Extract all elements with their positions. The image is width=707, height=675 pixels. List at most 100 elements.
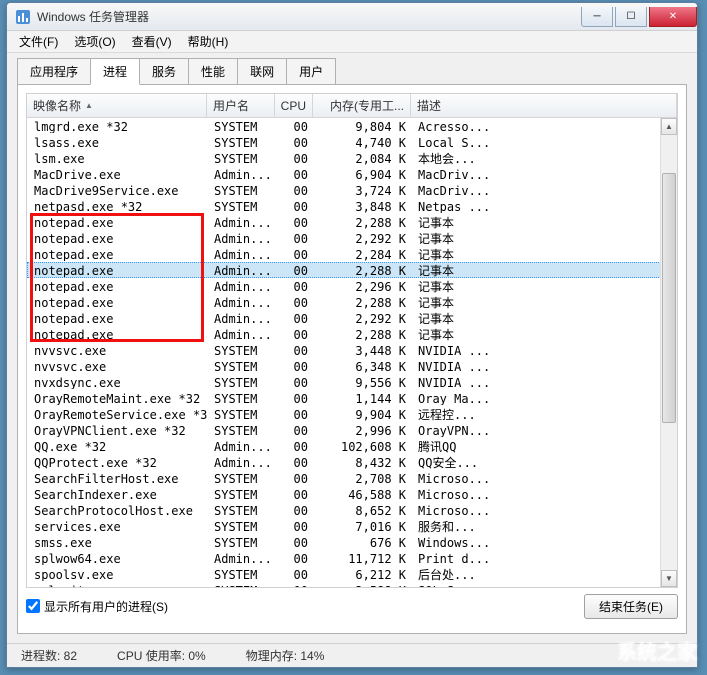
cell-desc: MacDriv... [412,183,676,197]
cell-desc: Windows... [412,535,676,549]
vertical-scrollbar[interactable]: ▲ ▼ [660,118,677,587]
tab[interactable]: 应用程序 [17,58,91,85]
cell-mem: 11,712 K [314,551,412,565]
table-row[interactable]: notepad.exeAdmin...002,292 K记事本 [27,310,677,326]
table-row[interactable]: lmgrd.exe *32SYSTEM009,804 KAcresso... [27,118,677,134]
cell-user: Admin... [208,231,276,245]
cell-desc: NVIDIA ... [412,359,676,373]
cell-cpu: 00 [276,471,314,485]
cell-mem: 2,292 K [314,231,412,245]
table-row[interactable]: notepad.exeAdmin...002,288 K记事本 [27,214,677,230]
cell-cpu: 00 [276,327,314,341]
cell-cpu: 00 [276,151,314,165]
menu-item[interactable]: 帮助(H) [180,30,237,53]
col-user[interactable]: 用户名 [207,94,275,117]
table-row[interactable]: SearchFilterHost.exeSYSTEM002,708 KMicro… [27,470,677,486]
table-row[interactable]: OrayRemoteMaint.exe *32SYSTEM001,144 KOr… [27,390,677,406]
app-icon [15,9,31,25]
table-row[interactable]: lsm.exeSYSTEM002,084 K本地会... [27,150,677,166]
cell-cpu: 00 [276,551,314,565]
end-task-button[interactable]: 结束任务(E) [584,594,678,619]
cell-user: Admin... [208,455,276,469]
table-row[interactable]: splwow64.exeAdmin...0011,712 KPrint d... [27,550,677,566]
scroll-thumb[interactable] [662,173,676,423]
tab[interactable]: 进程 [90,58,140,85]
cell-mem: 46,588 K [314,487,412,501]
table-row[interactable]: MacDrive.exeAdmin...006,904 KMacDriv... [27,166,677,182]
tab[interactable]: 用户 [286,58,336,85]
checkbox-input[interactable] [26,599,40,613]
close-button[interactable]: ✕ [649,7,697,27]
cell-desc: 后台处... [412,567,676,581]
cell-user: Admin... [208,551,276,565]
cell-user: SYSTEM [208,535,276,549]
col-image-name[interactable]: 映像名称▲ [27,94,207,117]
cell-user: SYSTEM [208,471,276,485]
table-row[interactable]: notepad.exeAdmin...002,288 K记事本 [27,262,677,278]
cell-cpu: 00 [276,263,314,277]
cell-desc: Microso... [412,471,676,485]
cell-name: nvxdsync.exe [28,375,208,389]
menu-item[interactable]: 选项(O) [66,30,123,53]
table-row[interactable]: services.exeSYSTEM007,016 K服务和... [27,518,677,534]
table-row[interactable]: notepad.exeAdmin...002,288 K记事本 [27,326,677,342]
cell-cpu: 00 [276,199,314,213]
process-table: 映像名称▲ 用户名 CPU 内存(专用工... 描述 lmgrd.exe *32… [26,93,678,588]
cell-mem: 8,432 K [314,455,412,469]
cell-desc: 记事本 [412,215,676,229]
status-bar: 进程数: 82 CPU 使用率: 0% 物理内存: 14% [7,643,697,667]
table-row[interactable]: SearchProtocolHost.exeSYSTEM008,652 KMic… [27,502,677,518]
tab[interactable]: 联网 [237,58,287,85]
cell-desc: MacDriv... [412,167,676,181]
cell-name: OrayVPNClient.exe *32 [28,423,208,437]
table-row[interactable]: QQ.exe *32Admin...00102,608 K腾讯QQ [27,438,677,454]
menu-item[interactable]: 查看(V) [124,30,180,53]
table-row[interactable]: spoolsv.exeSYSTEM006,212 K后台处... [27,566,677,582]
table-header: 映像名称▲ 用户名 CPU 内存(专用工... 描述 [27,94,677,118]
table-row[interactable]: OrayVPNClient.exe *32SYSTEM002,996 KOray… [27,422,677,438]
cell-name: SearchFilterHost.exe [28,471,208,485]
col-description[interactable]: 描述 [411,94,677,117]
cell-name: notepad.exe [28,279,208,293]
maximize-button[interactable]: ☐ [615,7,647,27]
table-row[interactable]: MacDrive9Service.exeSYSTEM003,724 KMacDr… [27,182,677,198]
table-row[interactable]: nvvsvc.exeSYSTEM006,348 KNVIDIA ... [27,358,677,374]
table-body[interactable]: lmgrd.exe *32SYSTEM009,804 KAcresso...ls… [27,118,677,588]
col-cpu[interactable]: CPU [275,94,313,117]
table-row[interactable]: sqlwriter.exeSYSTEM002,588 KSQL Ser... [27,582,677,588]
cell-mem: 2,284 K [314,247,412,261]
table-row[interactable]: OrayRemoteService.exe *32SYSTEM009,904 K… [27,406,677,422]
menu-item[interactable]: 文件(F) [11,30,66,53]
table-row[interactable]: smss.exeSYSTEM00676 KWindows... [27,534,677,550]
cell-user: SYSTEM [208,519,276,533]
col-memory[interactable]: 内存(专用工... [313,94,411,117]
table-row[interactable]: notepad.exeAdmin...002,296 K记事本 [27,278,677,294]
scroll-up-icon[interactable]: ▲ [661,118,677,135]
cell-mem: 102,608 K [314,439,412,453]
cell-mem: 3,848 K [314,199,412,213]
table-row[interactable]: netpasd.exe *32SYSTEM003,848 KNetpas ... [27,198,677,214]
cell-cpu: 00 [276,423,314,437]
table-row[interactable]: nvvsvc.exeSYSTEM003,448 KNVIDIA ... [27,342,677,358]
cell-name: QQ.exe *32 [28,439,208,453]
scroll-down-icon[interactable]: ▼ [661,570,677,587]
table-row[interactable]: notepad.exeAdmin...002,288 K记事本 [27,294,677,310]
cell-user: SYSTEM [208,119,276,133]
cell-name: QQProtect.exe *32 [28,455,208,469]
table-row[interactable]: notepad.exeAdmin...002,292 K记事本 [27,230,677,246]
cell-name: MacDrive.exe [28,167,208,181]
cell-cpu: 00 [276,231,314,245]
tab[interactable]: 性能 [188,58,238,85]
show-all-users-checkbox[interactable]: 显示所有用户的进程(S) [26,598,584,615]
table-row[interactable]: nvxdsync.exeSYSTEM009,556 KNVIDIA ... [27,374,677,390]
table-row[interactable]: QQProtect.exe *32Admin...008,432 KQQ安全..… [27,454,677,470]
tab[interactable]: 服务 [139,58,189,85]
cell-cpu: 00 [276,183,314,197]
titlebar[interactable]: Windows 任务管理器 ─ ☐ ✕ [7,3,697,31]
table-row[interactable]: SearchIndexer.exeSYSTEM0046,588 KMicroso… [27,486,677,502]
cell-user: Admin... [208,263,276,277]
cell-user: Admin... [208,295,276,309]
table-row[interactable]: lsass.exeSYSTEM004,740 KLocal S... [27,134,677,150]
minimize-button[interactable]: ─ [581,7,613,27]
table-row[interactable]: notepad.exeAdmin...002,284 K记事本 [27,246,677,262]
